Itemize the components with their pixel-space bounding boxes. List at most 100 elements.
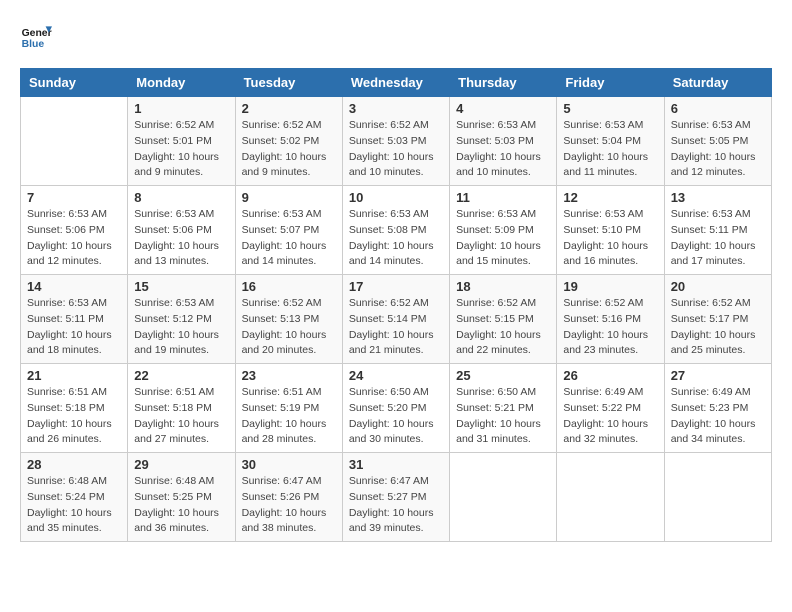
day-info: Sunrise: 6:53 AMSunset: 5:06 PMDaylight:… [134, 207, 228, 270]
day-info: Sunrise: 6:53 AMSunset: 5:10 PMDaylight:… [563, 207, 657, 270]
day-number: 4 [456, 101, 550, 116]
calendar-cell: 9 Sunrise: 6:53 AMSunset: 5:07 PMDaylight… [235, 186, 342, 275]
day-number: 10 [349, 190, 443, 205]
day-number: 26 [563, 368, 657, 383]
day-number: 17 [349, 279, 443, 294]
logo-icon: General Blue [20, 20, 52, 52]
day-number: 28 [27, 457, 121, 472]
day-info: Sunrise: 6:52 AMSunset: 5:15 PMDaylight:… [456, 296, 550, 359]
header-day: Saturday [664, 69, 771, 97]
day-info: Sunrise: 6:50 AMSunset: 5:21 PMDaylight:… [456, 385, 550, 448]
header-day: Tuesday [235, 69, 342, 97]
day-number: 9 [242, 190, 336, 205]
day-number: 6 [671, 101, 765, 116]
day-number: 20 [671, 279, 765, 294]
calendar-cell [557, 453, 664, 542]
day-info: Sunrise: 6:53 AMSunset: 5:12 PMDaylight:… [134, 296, 228, 359]
calendar-cell: 23 Sunrise: 6:51 AMSunset: 5:19 PMDayligh… [235, 364, 342, 453]
calendar-cell: 27 Sunrise: 6:49 AMSunset: 5:23 PMDayligh… [664, 364, 771, 453]
day-info: Sunrise: 6:48 AMSunset: 5:25 PMDaylight:… [134, 474, 228, 537]
calendar-cell: 11 Sunrise: 6:53 AMSunset: 5:09 PMDayligh… [450, 186, 557, 275]
calendar-cell: 2Sunrise: 6:52 AMSunset: 5:02 PMDaylight… [235, 97, 342, 186]
header-day: Friday [557, 69, 664, 97]
day-number: 11 [456, 190, 550, 205]
calendar-cell [450, 453, 557, 542]
day-info: Sunrise: 6:52 AMSunset: 5:17 PMDaylight:… [671, 296, 765, 359]
calendar-header: SundayMondayTuesdayWednesdayThursdayFrid… [21, 69, 772, 97]
day-info: Sunrise: 6:53 AMSunset: 5:09 PMDaylight:… [456, 207, 550, 270]
svg-text:Blue: Blue [22, 39, 45, 50]
day-info: Sunrise: 6:52 AMSunset: 5:03 PMDaylight:… [349, 118, 443, 181]
day-info: Sunrise: 6:51 AMSunset: 5:19 PMDaylight:… [242, 385, 336, 448]
calendar-table: SundayMondayTuesdayWednesdayThursdayFrid… [20, 68, 772, 542]
calendar-cell [21, 97, 128, 186]
page-header: General Blue [20, 20, 772, 52]
calendar-cell: 14 Sunrise: 6:53 AMSunset: 5:11 PMDayligh… [21, 275, 128, 364]
day-number: 25 [456, 368, 550, 383]
calendar-cell: 24Sunrise: 6:50 AMSunset: 5:20 PMDayligh… [342, 364, 449, 453]
calendar-cell: 30 Sunrise: 6:47 AMSunset: 5:26 PMDayligh… [235, 453, 342, 542]
day-number: 22 [134, 368, 228, 383]
calendar-week: 28 Sunrise: 6:48 AMSunset: 5:24 PMDayligh… [21, 453, 772, 542]
calendar-cell: 31 Sunrise: 6:47 AMSunset: 5:27 PMDayligh… [342, 453, 449, 542]
day-info: Sunrise: 6:53 AMSunset: 5:11 PMDaylight:… [671, 207, 765, 270]
calendar-cell: 20 Sunrise: 6:52 AMSunset: 5:17 PMDayligh… [664, 275, 771, 364]
header-day: Monday [128, 69, 235, 97]
day-info: Sunrise: 6:47 AMSunset: 5:26 PMDaylight:… [242, 474, 336, 537]
calendar-cell: 19 Sunrise: 6:52 AMSunset: 5:16 PMDayligh… [557, 275, 664, 364]
day-info: Sunrise: 6:51 AMSunset: 5:18 PMDaylight:… [134, 385, 228, 448]
header-day: Wednesday [342, 69, 449, 97]
day-number: 31 [349, 457, 443, 472]
day-number: 30 [242, 457, 336, 472]
day-number: 23 [242, 368, 336, 383]
day-info: Sunrise: 6:52 AMSunset: 5:01 PMDaylight:… [134, 118, 228, 181]
calendar-cell: 15 Sunrise: 6:53 AMSunset: 5:12 PMDayligh… [128, 275, 235, 364]
day-number: 29 [134, 457, 228, 472]
day-info: Sunrise: 6:53 AMSunset: 5:03 PMDaylight:… [456, 118, 550, 181]
day-number: 1 [134, 101, 228, 116]
calendar-cell: 10Sunrise: 6:53 AMSunset: 5:08 PMDayligh… [342, 186, 449, 275]
logo: General Blue [20, 20, 56, 52]
day-number: 24 [349, 368, 443, 383]
day-number: 14 [27, 279, 121, 294]
day-info: Sunrise: 6:49 AMSunset: 5:23 PMDaylight:… [671, 385, 765, 448]
calendar-cell: 18 Sunrise: 6:52 AMSunset: 5:15 PMDayligh… [450, 275, 557, 364]
day-number: 15 [134, 279, 228, 294]
day-number: 16 [242, 279, 336, 294]
day-number: 18 [456, 279, 550, 294]
calendar-cell [664, 453, 771, 542]
header-row: SundayMondayTuesdayWednesdayThursdayFrid… [21, 69, 772, 97]
calendar-week: 21 Sunrise: 6:51 AMSunset: 5:18 PMDayligh… [21, 364, 772, 453]
calendar-week: 14 Sunrise: 6:53 AMSunset: 5:11 PMDayligh… [21, 275, 772, 364]
day-number: 5 [563, 101, 657, 116]
day-info: Sunrise: 6:52 AMSunset: 5:14 PMDaylight:… [349, 296, 443, 359]
day-number: 27 [671, 368, 765, 383]
day-number: 12 [563, 190, 657, 205]
day-info: Sunrise: 6:52 AMSunset: 5:02 PMDaylight:… [242, 118, 336, 181]
calendar-week: 1 Sunrise: 6:52 AMSunset: 5:01 PMDaylight… [21, 97, 772, 186]
day-info: Sunrise: 6:53 AMSunset: 5:11 PMDaylight:… [27, 296, 121, 359]
day-number: 8 [134, 190, 228, 205]
calendar-cell: 5Sunrise: 6:53 AMSunset: 5:04 PMDaylight… [557, 97, 664, 186]
calendar-cell: 28 Sunrise: 6:48 AMSunset: 5:24 PMDayligh… [21, 453, 128, 542]
day-number: 7 [27, 190, 121, 205]
calendar-cell: 21 Sunrise: 6:51 AMSunset: 5:18 PMDayligh… [21, 364, 128, 453]
calendar-cell: 7Sunrise: 6:53 AMSunset: 5:06 PMDaylight… [21, 186, 128, 275]
calendar-cell: 3Sunrise: 6:52 AMSunset: 5:03 PMDaylight… [342, 97, 449, 186]
calendar-body: 1 Sunrise: 6:52 AMSunset: 5:01 PMDaylight… [21, 97, 772, 542]
day-info: Sunrise: 6:48 AMSunset: 5:24 PMDaylight:… [27, 474, 121, 537]
day-number: 19 [563, 279, 657, 294]
calendar-cell: 26Sunrise: 6:49 AMSunset: 5:22 PMDayligh… [557, 364, 664, 453]
calendar-cell: 1 Sunrise: 6:52 AMSunset: 5:01 PMDaylight… [128, 97, 235, 186]
day-info: Sunrise: 6:47 AMSunset: 5:27 PMDaylight:… [349, 474, 443, 537]
day-info: Sunrise: 6:53 AMSunset: 5:07 PMDaylight:… [242, 207, 336, 270]
day-info: Sunrise: 6:52 AMSunset: 5:13 PMDaylight:… [242, 296, 336, 359]
day-info: Sunrise: 6:52 AMSunset: 5:16 PMDaylight:… [563, 296, 657, 359]
day-info: Sunrise: 6:53 AMSunset: 5:05 PMDaylight:… [671, 118, 765, 181]
day-info: Sunrise: 6:51 AMSunset: 5:18 PMDaylight:… [27, 385, 121, 448]
calendar-cell: 22 Sunrise: 6:51 AMSunset: 5:18 PMDayligh… [128, 364, 235, 453]
calendar-week: 7 Sunrise: 6:53 AMSunset: 5:06 PMDaylight… [21, 186, 772, 275]
day-number: 13 [671, 190, 765, 205]
calendar-cell: 4 Sunrise: 6:53 AMSunset: 5:03 PMDaylight… [450, 97, 557, 186]
day-number: 21 [27, 368, 121, 383]
